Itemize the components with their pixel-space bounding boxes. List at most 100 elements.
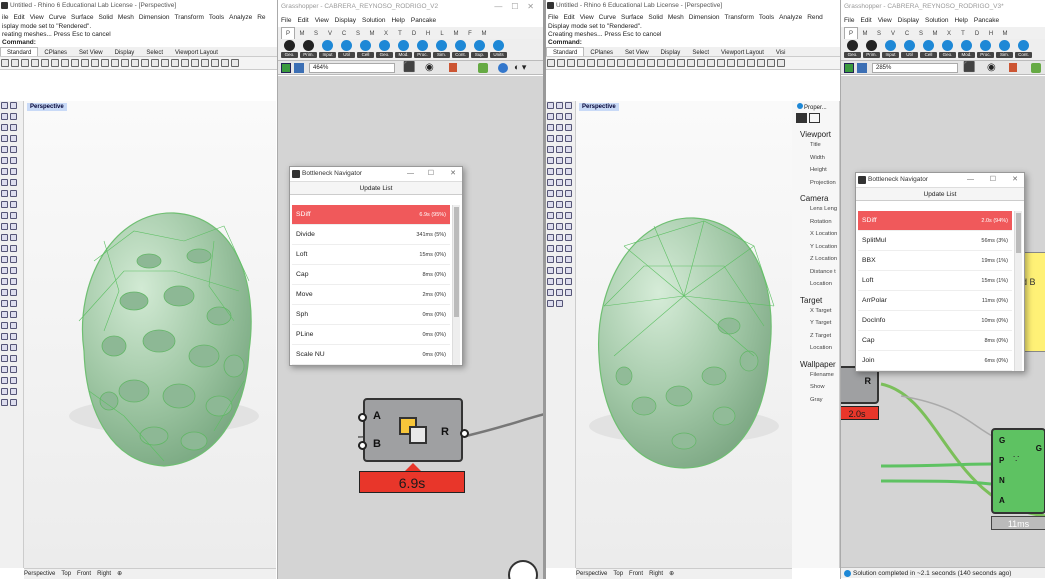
left-rhino-menu-item-3[interactable]: Curve xyxy=(49,14,66,21)
left-command-line[interactable]: Command: xyxy=(0,39,277,47)
toolbar-tool-icon[interactable] xyxy=(141,59,149,67)
left-gh-tab-13[interactable]: F xyxy=(463,28,477,39)
camera-icon[interactable] xyxy=(796,113,807,123)
left-bottleneck-row[interactable]: Divide 341ms (5%) xyxy=(292,225,450,245)
toolbar-tool-icon[interactable] xyxy=(777,59,785,67)
right-bottleneck-row[interactable]: DocInfo 10ms (0%) xyxy=(858,311,1012,331)
right-toolbar-tab-5[interactable]: Viewport Layout xyxy=(715,48,770,56)
right-gh-tab-9[interactable]: D xyxy=(970,28,984,39)
side-tool-icon[interactable] xyxy=(1,124,8,131)
properties-field-label[interactable]: Gray xyxy=(792,394,839,407)
side-tool-icon[interactable] xyxy=(547,124,554,131)
left-bottleneck-row[interactable]: Scale NU 0ms (0%) xyxy=(292,345,450,365)
view-icon[interactable] xyxy=(857,63,867,73)
toolbar-tool-icon[interactable] xyxy=(81,59,89,67)
right-ribbon-group[interactable]: Cont. xyxy=(1015,40,1032,58)
properties-field-label[interactable]: Y Location xyxy=(792,241,839,254)
right-ribbon-group[interactable]: Prim. xyxy=(863,40,880,58)
right-perspective-viewport[interactable]: Perspective xyxy=(576,101,792,568)
side-tool-icon[interactable] xyxy=(556,157,563,164)
close-icon[interactable]: ✕ xyxy=(450,167,456,181)
right-rhino-menu-item-7[interactable]: Dimension xyxy=(689,14,720,21)
toolbar-tool-icon[interactable] xyxy=(101,59,109,67)
side-tool-icon[interactable] xyxy=(547,179,554,186)
left-rhino-menu-item-10[interactable]: Analyze xyxy=(229,14,252,21)
globe-icon[interactable] xyxy=(498,63,508,73)
side-tool-icon[interactable] xyxy=(565,179,572,186)
right-viewport-tab-3[interactable]: Right xyxy=(649,571,663,577)
side-tool-icon[interactable] xyxy=(556,267,563,274)
left-gh-tab-14[interactable]: M xyxy=(477,28,491,39)
properties-field-label[interactable]: Filename xyxy=(792,369,839,382)
left-ribbon-group[interactable]: Units xyxy=(490,40,507,58)
side-tool-icon[interactable] xyxy=(556,256,563,263)
side-tool-icon[interactable] xyxy=(565,223,572,230)
left-ribbon-group[interactable]: Sup. xyxy=(471,40,488,58)
right-gh-tab-2[interactable]: S xyxy=(872,28,886,39)
side-tool-icon[interactable] xyxy=(565,267,572,274)
side-tool-icon[interactable] xyxy=(10,190,17,197)
right-ribbon-group[interactable]: Geo. xyxy=(844,40,861,58)
right-gh-menu-item-5[interactable]: Help xyxy=(954,17,967,24)
side-tool-icon[interactable] xyxy=(556,102,563,109)
left-gh-menu-item-2[interactable]: View xyxy=(315,17,329,24)
side-tool-icon[interactable] xyxy=(1,179,8,186)
right-ribbon-group[interactable]: Input xyxy=(882,40,899,58)
left-update-list-button[interactable]: Update List xyxy=(290,181,462,195)
right-zoom-field[interactable]: 285% xyxy=(872,63,958,73)
left-gh-canvas[interactable]: Bottleneck Navigator — ☐ ✕ Update List S… xyxy=(278,76,545,579)
side-tool-icon[interactable] xyxy=(10,157,17,164)
side-tool-icon[interactable] xyxy=(556,201,563,208)
properties-field-label[interactable]: Y Target xyxy=(792,317,839,330)
side-tool-icon[interactable] xyxy=(547,289,554,296)
side-tool-icon[interactable] xyxy=(1,311,8,318)
side-tool-icon[interactable] xyxy=(565,212,572,219)
side-tool-icon[interactable] xyxy=(556,124,563,131)
toolbar-tool-icon[interactable] xyxy=(1,59,9,67)
side-tool-icon[interactable] xyxy=(10,289,17,296)
toolbar-tool-icon[interactable] xyxy=(727,59,735,67)
side-tool-icon[interactable] xyxy=(565,278,572,285)
side-tool-icon[interactable] xyxy=(1,168,8,175)
right-gh-tab-4[interactable]: C xyxy=(900,28,914,39)
properties-field-label[interactable]: Lens Leng xyxy=(792,203,839,216)
side-tool-icon[interactable] xyxy=(1,278,8,285)
right-gh-menu-item-3[interactable]: Display xyxy=(898,17,919,24)
properties-field-label[interactable]: Show xyxy=(792,381,839,394)
side-tool-icon[interactable] xyxy=(547,278,554,285)
side-tool-icon[interactable] xyxy=(556,190,563,197)
left-ribbon-group[interactable]: Geo. xyxy=(281,40,298,58)
right-bottleneck-row[interactable]: BBX 19ms (1%) xyxy=(858,251,1012,271)
right-gh-menu-item-2[interactable]: View xyxy=(878,17,892,24)
left-gh-tab-2[interactable]: S xyxy=(309,28,323,39)
side-tool-icon[interactable] xyxy=(547,135,554,142)
side-tool-icon[interactable] xyxy=(1,146,8,153)
toolbar-tool-icon[interactable] xyxy=(657,59,665,67)
input-a-grip[interactable] xyxy=(358,413,367,422)
properties-field-label[interactable]: Projection xyxy=(792,177,839,190)
side-tool-icon[interactable] xyxy=(10,234,17,241)
left-rhino-menu-item-6[interactable]: Mesh xyxy=(118,14,134,21)
right-rhino-menu-item-1[interactable]: Edit xyxy=(563,14,574,21)
toolbar-tool-icon[interactable] xyxy=(41,59,49,67)
toolbar-tool-icon[interactable] xyxy=(717,59,725,67)
right-gh-menu-item-6[interactable]: Pancake xyxy=(974,17,999,24)
toolbar-tool-icon[interactable] xyxy=(211,59,219,67)
left-gh-tab-3[interactable]: V xyxy=(323,28,337,39)
side-tool-icon[interactable] xyxy=(556,168,563,175)
side-tool-icon[interactable] xyxy=(10,267,17,274)
side-tool-icon[interactable] xyxy=(547,256,554,263)
right-ribbon-group[interactable]: Proc. xyxy=(977,40,994,58)
properties-field-label[interactable]: Distance t xyxy=(792,266,839,279)
right-gh-canvas[interactable]: d B R 2.0s G P N A G ∵ 11ms Bottleneck N… xyxy=(841,76,1045,567)
side-tool-icon[interactable] xyxy=(556,146,563,153)
toolbar-tool-icon[interactable] xyxy=(161,59,169,67)
side-tool-icon[interactable] xyxy=(1,344,8,351)
toolbar-tool-icon[interactable] xyxy=(191,59,199,67)
right-rhino-menu-item-6[interactable]: Mesh xyxy=(668,14,684,21)
right-rhino-menu-item-11[interactable]: Rend xyxy=(807,14,823,21)
brush-icon[interactable] xyxy=(1009,63,1017,72)
left-gh-tab-1[interactable]: M xyxy=(295,28,309,39)
toolbar-tool-icon[interactable] xyxy=(627,59,635,67)
side-tool-icon[interactable] xyxy=(565,157,572,164)
